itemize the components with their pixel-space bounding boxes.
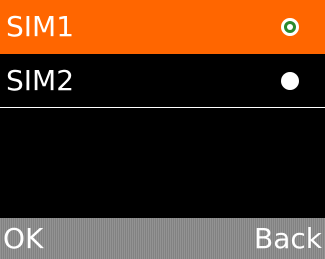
sim1-label: SIM1 [6,10,75,43]
sim-list-item-sim1[interactable]: SIM1 [0,0,325,54]
softkey-bar: OK Back [0,218,325,259]
sim-list-item-sim2[interactable]: SIM2 [0,54,325,108]
screen: SIM1 SIM2 OK Back [0,0,325,259]
sim2-label: SIM2 [6,64,75,97]
back-softkey[interactable]: Back [254,218,322,259]
ok-softkey[interactable]: OK [3,218,43,259]
radio-unchecked-icon[interactable] [281,72,299,90]
sim-list: SIM1 SIM2 [0,0,325,108]
radio-checked-icon[interactable] [281,18,299,36]
